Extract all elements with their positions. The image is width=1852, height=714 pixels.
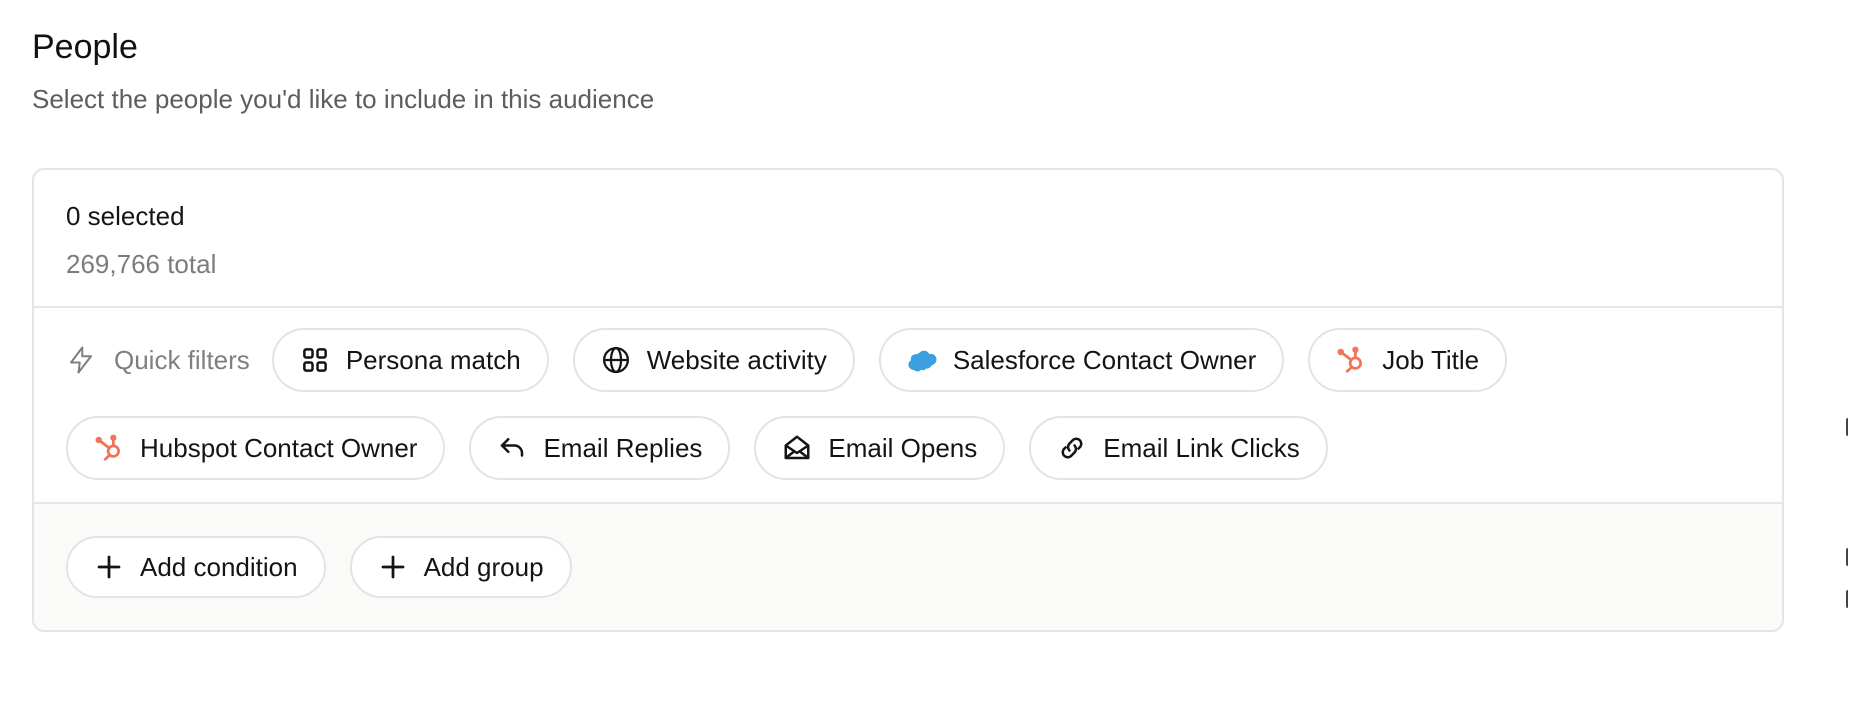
link-icon	[1057, 433, 1087, 463]
audience-card: 0 selected 269,766 total Quick filters P…	[32, 168, 1784, 632]
filter-chip-email-replies[interactable]: Email Replies	[469, 416, 731, 480]
filter-chip-hubspot-contact-owner[interactable]: Hubspot Contact Owner	[66, 416, 446, 480]
total-count: 269,766 total	[66, 249, 217, 279]
chip-label: Persona match	[345, 344, 521, 375]
filter-chip-salesforce-contact-owner[interactable]: Salesforce Contact Owner	[878, 328, 1285, 392]
chip-label: Website activity	[646, 344, 827, 375]
filter-chip-persona-match[interactable]: Persona match	[271, 328, 549, 392]
quick-filters-text: Quick filters	[114, 344, 250, 375]
filter-chip-website-activity[interactable]: Website activity	[572, 328, 855, 392]
edge-handle-mark	[1846, 418, 1852, 436]
filter-chip-email-opens[interactable]: Email Opens	[754, 416, 1006, 480]
chip-label: Hubspot Contact Owner	[140, 432, 418, 463]
chip-label: Job Title	[1382, 344, 1480, 375]
plus-icon	[94, 552, 124, 582]
edge-handle-mark	[1846, 590, 1852, 608]
add-group-label: Add group	[423, 551, 544, 582]
lightning-icon	[66, 345, 96, 375]
add-condition-button[interactable]: Add condition	[66, 536, 326, 598]
conditions-actions: Add condition Add group	[34, 504, 1782, 630]
chip-label: Salesforce Contact Owner	[952, 344, 1257, 375]
add-condition-label: Add condition	[140, 551, 298, 582]
reply-icon	[497, 433, 527, 463]
people-audience-panel: People Select the people you'd like to i…	[0, 0, 1852, 714]
chip-label: Email Opens	[828, 432, 978, 463]
filter-chip-email-link-clicks[interactable]: Email Link Clicks	[1029, 416, 1328, 480]
chip-label: Email Replies	[543, 432, 703, 463]
envelope-open-icon	[782, 433, 812, 463]
filter-chip-job-title[interactable]: Job Title	[1308, 328, 1508, 392]
grid-icon	[300, 345, 330, 375]
edge-handle-mark	[1846, 548, 1852, 566]
add-group-button[interactable]: Add group	[349, 536, 572, 598]
selected-count: 0 selected	[66, 201, 185, 231]
quick-filters-row-2: Hubspot Contact Owner Email Replies Emai…	[66, 416, 1782, 480]
plus-icon	[378, 552, 408, 582]
hubspot-icon	[94, 433, 124, 463]
globe-icon	[601, 345, 631, 375]
page-subtitle: Select the people you'd like to include …	[32, 84, 655, 114]
quick-filters-label: Quick filters	[66, 345, 250, 376]
page-title: People	[32, 28, 138, 66]
quick-filters-section: Quick filters Persona match Website acti…	[34, 308, 1782, 504]
selection-summary: 0 selected 269,766 total	[34, 170, 1782, 308]
salesforce-icon	[907, 345, 937, 375]
quick-filters-row-1: Quick filters Persona match Website acti…	[66, 328, 1782, 392]
hubspot-icon	[1336, 345, 1366, 375]
chip-label: Email Link Clicks	[1103, 432, 1300, 463]
